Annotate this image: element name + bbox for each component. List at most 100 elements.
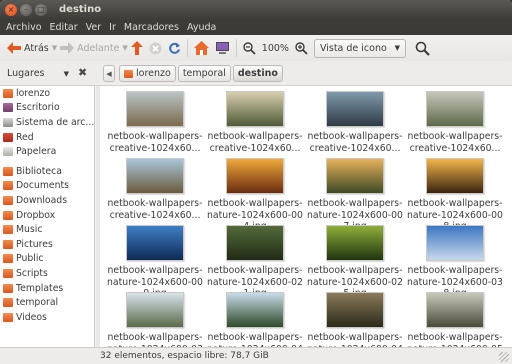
file-item[interactable]: netbook-wallpapers-creative-1024x60... (206, 91, 304, 154)
file-item[interactable]: netbook-wallpapers-nature-1024x600-008.j… (406, 158, 504, 233)
sidebar-item-papelera[interactable]: Papelera (0, 144, 94, 159)
file-name: netbook-wallpapers-nature-1024x600-040.j… (207, 332, 303, 347)
zoom-out-icon (243, 41, 256, 55)
image-thumbnail (426, 158, 484, 194)
image-thumbnail (326, 158, 384, 194)
file-item[interactable]: netbook-wallpapers-nature-1024x600-040.j… (206, 292, 304, 347)
folder-icon (3, 181, 13, 191)
sidebar-item-temporal[interactable]: temporal (0, 295, 94, 310)
computer-button[interactable] (212, 37, 233, 59)
sidebar-type-select[interactable]: Lugares ▼ (3, 64, 73, 83)
menu-editar[interactable]: Editar (46, 22, 82, 33)
chevron-down-icon: ▼ (394, 44, 400, 52)
view-mode-select[interactable]: Vista de icono ▼ (313, 38, 406, 58)
close-sidebar-icon[interactable]: ✖ (78, 66, 87, 79)
sidebar-item-templates[interactable]: Templates (0, 281, 94, 296)
home-button[interactable] (191, 37, 212, 59)
file-item[interactable]: netbook-wallpapers-nature-1024x600-004.j… (206, 158, 304, 233)
file-item[interactable]: netbook-wallpapers-nature-1024x600-039.j… (106, 292, 204, 347)
file-item[interactable]: netbook-wallpapers-creative-1024x60... (106, 158, 204, 221)
up-button[interactable] (128, 37, 146, 59)
sidebar-item-scripts[interactable]: Scripts (0, 266, 94, 281)
back-arrow-icon (7, 42, 21, 54)
network-icon (3, 132, 13, 142)
sidebar-item-label: Scripts (16, 267, 48, 279)
chevron-down-icon: ▼ (63, 69, 69, 78)
sidebar-item-videos[interactable]: Videos (0, 310, 94, 325)
sidebar-item-label: Downloads (16, 194, 68, 206)
sidebar-item-documents[interactable]: Documents (0, 179, 94, 194)
sidebar-item-label: Red (16, 131, 34, 143)
sidebar-item-red[interactable]: Red (0, 130, 94, 145)
resize-grip-icon[interactable] (499, 352, 509, 362)
back-button[interactable]: Atrás (4, 37, 52, 59)
menu-ver[interactable]: Ver (82, 22, 106, 33)
menu-archivo[interactable]: Archivo (2, 22, 46, 33)
file-name: netbook-wallpapers-nature-1024x600-045.j… (307, 332, 403, 347)
zoom-in-button[interactable] (292, 37, 311, 59)
file-item[interactable]: netbook-wallpapers-nature-1024x600-025.j… (306, 225, 404, 300)
menu-marcadores[interactable]: Marcadores (120, 22, 183, 33)
folder-icon (3, 298, 13, 308)
toolbar: Atrás ▼ Adelante ▼ 100% Vista de icono ▼ (0, 35, 512, 61)
file-manager-window: × – □ destino Archivo Editar Ver Ir Marc… (0, 0, 512, 364)
home-icon (193, 41, 209, 55)
reload-button[interactable] (165, 37, 184, 59)
sidebar-item-filesystem[interactable]: Sistema de arc... (0, 115, 94, 130)
folder-icon (3, 268, 13, 278)
file-name: netbook-wallpapers-creative-1024x60... (307, 131, 403, 154)
file-item[interactable]: netbook-wallpapers-nature-1024x600-045.j… (306, 292, 404, 347)
title-bar[interactable]: × – □ destino (0, 0, 512, 19)
image-thumbnail (226, 292, 284, 328)
file-name: netbook-wallpapers-creative-1024x60... (207, 131, 303, 154)
sidebar-item-public[interactable]: Public (0, 252, 94, 267)
file-item[interactable]: netbook-wallpapers-nature-1024x600-038.j… (406, 225, 504, 300)
file-name: netbook-wallpapers-creative-1024x60... (107, 131, 203, 154)
home-folder-icon (124, 69, 133, 78)
file-item[interactable]: netbook-wallpapers-nature-1024x600-009.j… (106, 225, 204, 300)
sidebar-item-dropbox[interactable]: Dropbox (0, 208, 94, 223)
computer-icon (215, 41, 230, 55)
file-icon-view: netbook-wallpapers-creative-1024x60... ne… (100, 86, 512, 347)
sidebar-item-pictures[interactable]: Pictures (0, 237, 94, 252)
breadcrumb-destino[interactable]: destino (232, 65, 283, 82)
file-item[interactable]: netbook-wallpapers-creative-1024x60... (406, 91, 504, 154)
menu-ayuda[interactable]: Ayuda (183, 22, 220, 33)
maximize-window-icon[interactable]: □ (35, 3, 47, 16)
drive-icon (3, 117, 13, 127)
menu-ir[interactable]: Ir (105, 22, 120, 33)
search-icon (415, 41, 430, 56)
folder-icon (3, 166, 13, 176)
sidebar-item-biblioteca[interactable]: Biblioteca (0, 164, 94, 179)
image-thumbnail (126, 225, 184, 261)
sidebar-item-label: Videos (16, 311, 47, 323)
sidebar-item-label: Public (16, 253, 44, 265)
sidebar-item-downloads[interactable]: Downloads (0, 193, 94, 208)
sidebar-item-label: Documents (16, 180, 70, 192)
file-name: netbook-wallpapers-creative-1024x60... (407, 131, 503, 154)
zoom-in-icon (295, 41, 308, 55)
forward-button[interactable]: Adelante (57, 37, 122, 59)
zoom-out-button[interactable] (240, 37, 259, 59)
stop-button[interactable] (146, 37, 165, 59)
file-item[interactable]: netbook-wallpapers-nature-1024x600-007.j… (306, 158, 404, 233)
image-thumbnail (326, 225, 384, 261)
image-thumbnail (126, 158, 184, 194)
file-item[interactable]: netbook-wallpapers-nature-1024x600-021.j… (206, 225, 304, 300)
sidebar-item-label: Sistema de arc... (16, 116, 95, 128)
sidebar-item-escritorio[interactable]: Escritorio (0, 101, 94, 116)
desktop-icon (3, 103, 13, 113)
image-thumbnail (426, 292, 484, 328)
back-label: Atrás (24, 42, 49, 54)
breadcrumb-scroll-left-icon[interactable]: ◀ (103, 65, 115, 82)
search-button[interactable] (412, 37, 433, 59)
file-item[interactable]: netbook-wallpapers-creative-1024x60... (306, 91, 404, 154)
file-item[interactable]: netbook-wallpapers-nature-1024x600-051.j… (406, 292, 504, 347)
breadcrumb-temporal[interactable]: temporal (177, 65, 231, 82)
close-window-icon[interactable]: × (5, 3, 17, 16)
breadcrumb-lorenzo[interactable]: lorenzo (119, 65, 176, 82)
file-item[interactable]: netbook-wallpapers-creative-1024x60... (106, 91, 204, 154)
sidebar-item-lorenzo[interactable]: lorenzo (0, 86, 94, 101)
minimize-window-icon[interactable]: – (20, 3, 32, 16)
sidebar-item-music[interactable]: Music (0, 222, 94, 237)
